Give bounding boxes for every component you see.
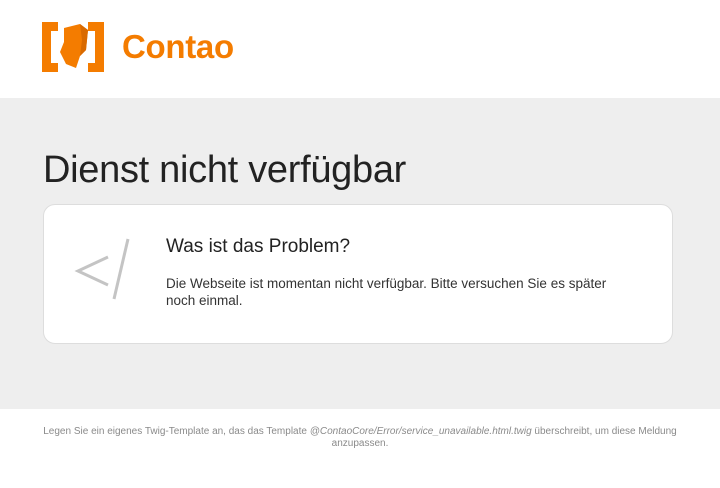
contao-logo-icon [42,22,104,72]
error-card: Was ist das Problem? Die Webseite ist mo… [43,204,673,344]
logo-text: Contao [122,28,234,65]
card-text: Die Webseite ist momentan nicht verfügba… [166,276,607,308]
page-title: Dienst nicht verfügbar [43,149,407,191]
main-content: Dienst nicht verfügbar Was ist das Probl… [0,98,720,409]
card-heading: Was ist das Problem? [166,236,351,257]
footer-template-path: @ContaoCore/Error/service_unavailable.ht… [309,426,532,437]
header: Contao [0,0,720,98]
logo: Contao [42,20,234,74]
code-slash-icon [74,238,130,300]
footer-text: Legen Sie ein eigenes Twig-Template an, … [40,426,680,450]
footer-text-before: Legen Sie ein eigenes Twig-Template an, … [43,426,310,437]
footer: Legen Sie ein eigenes Twig-Template an, … [0,409,720,488]
